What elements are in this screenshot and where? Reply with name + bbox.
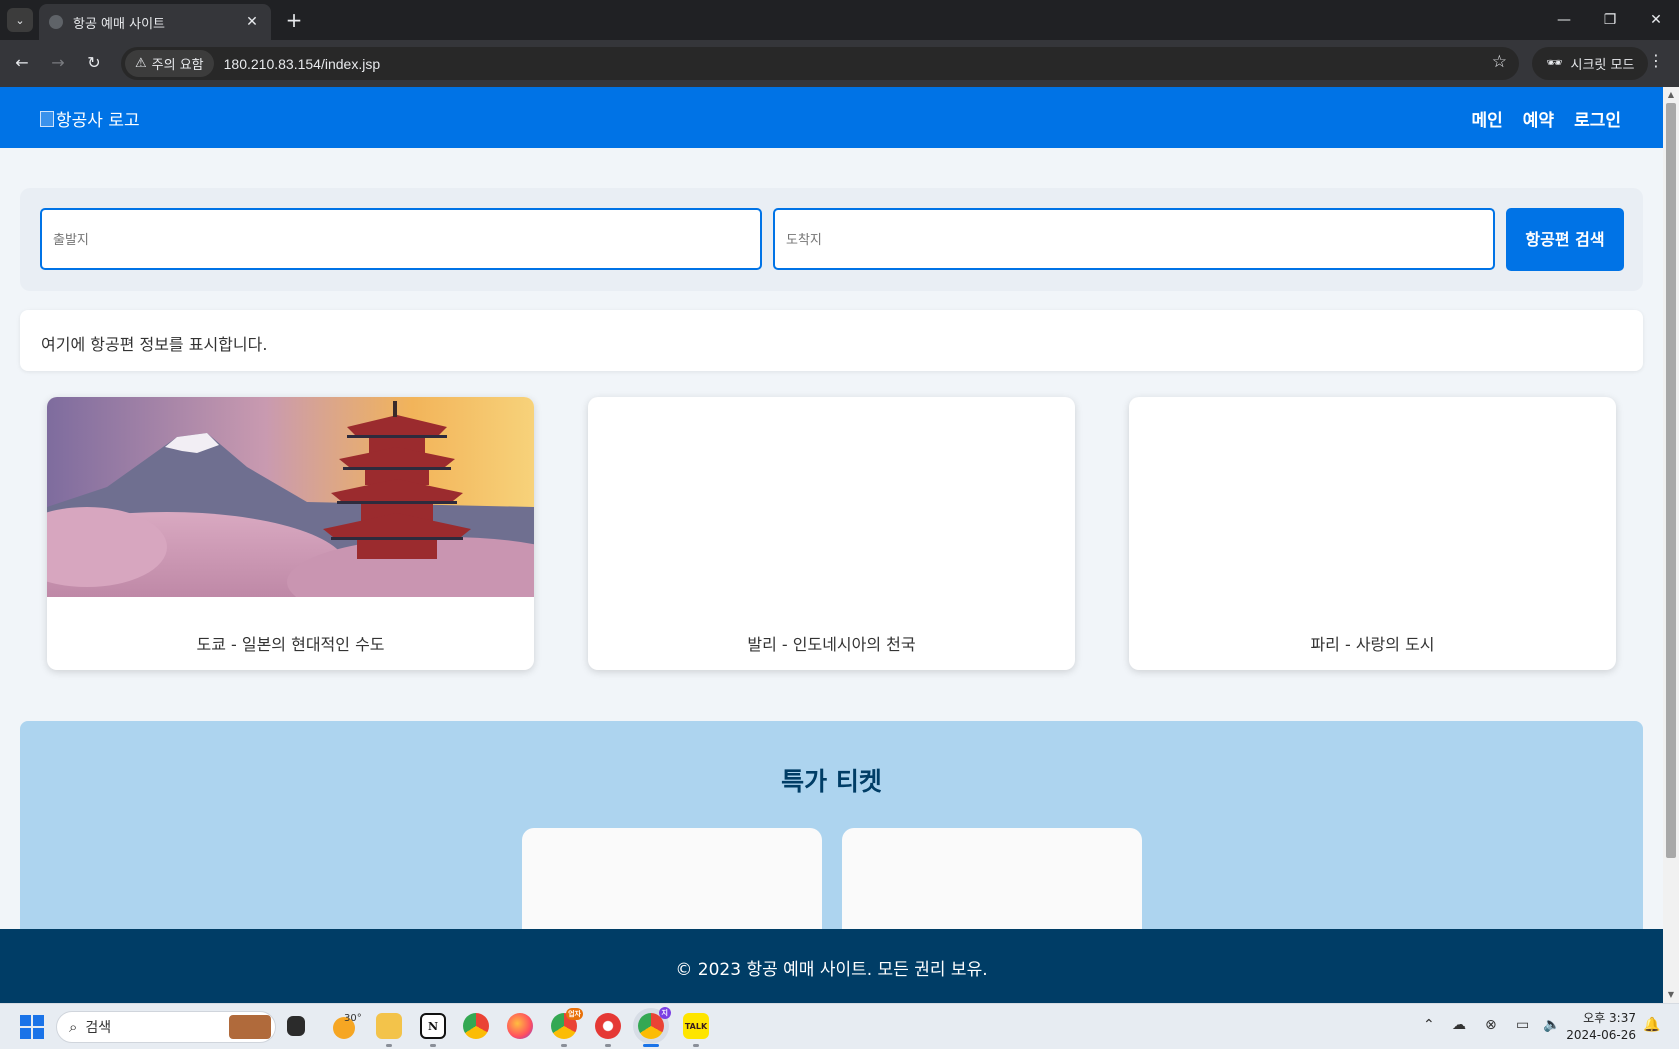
minimize-icon[interactable]: — [1541, 0, 1587, 40]
security-warning-chip[interactable]: ⚠ 주의 요함 [125, 50, 214, 77]
broken-image-icon [40, 110, 54, 127]
destination-label: 도쿄 - 일본의 현대적인 수도 [196, 635, 385, 654]
scrollbar-thumb[interactable] [1666, 103, 1676, 858]
globe-icon [49, 15, 63, 29]
incognito-icon: 🕶 [1546, 56, 1563, 71]
app-running-indicator [386, 1044, 392, 1047]
display-icon[interactable]: ▭ [1516, 1017, 1529, 1033]
incognito-indicator[interactable]: 🕶 시크릿 모드 [1532, 47, 1649, 80]
back-icon[interactable]: ← [10, 51, 34, 75]
app-running-indicator [605, 1044, 611, 1047]
destination-card-paris[interactable]: 파리 - 사랑의 도시 [1129, 397, 1616, 670]
windows-taskbar: ⌕ 검색 30° N 업자 지 TALK ⌃ ☁ ⊗ ▭ 🔈 오후 3:37 2… [0, 1003, 1679, 1049]
search-icon: ⌕ [69, 1018, 78, 1036]
main-nav: 메인 예약 로그인 [1472, 106, 1621, 131]
app-tray-icon[interactable]: ⊗ [1485, 1017, 1497, 1033]
nav-link-main[interactable]: 메인 [1472, 106, 1503, 131]
kakaotalk-icon[interactable]: TALK [683, 1013, 709, 1039]
system-clock[interactable]: 오후 3:37 2024-06-26 [1566, 1010, 1636, 1044]
footer-text: © 2023 항공 예매 사이트. 모든 권리 보유. [675, 960, 988, 980]
departure-input[interactable] [40, 208, 762, 270]
new-tab-button[interactable]: + [282, 8, 306, 32]
whale-icon[interactable] [595, 1013, 621, 1039]
chrome-active-icon[interactable]: 지 [638, 1007, 671, 1039]
file-explorer-icon[interactable] [376, 1013, 402, 1039]
forward-icon: → [51, 53, 65, 72]
page-scrollbar[interactable]: ▲ ▼ [1663, 87, 1679, 1003]
site-header: 항공사 로고 메인 예약 로그인 [0, 87, 1663, 148]
browser-toolbar: ← → ↻ ⚠ 주의 요함 180.210.83.154/index.jsp ☆… [0, 40, 1679, 87]
volume-icon[interactable]: 🔈 [1543, 1017, 1560, 1033]
notification-bell-icon[interactable]: 🔔 [1643, 1017, 1660, 1033]
weather-temp: 30° [344, 1013, 362, 1024]
task-view-icon[interactable] [287, 1016, 305, 1036]
chrome-icon[interactable] [463, 1013, 489, 1039]
destination-label: 파리 - 사랑의 도시 [1310, 635, 1435, 654]
browser-tab-bar: ⌄ 항공 예매 사이트 ✕ + — ❐ ✕ [0, 0, 1679, 40]
destination-label: 발리 - 인도네시아의 천국 [747, 635, 916, 654]
warning-icon: ⚠ [135, 56, 147, 71]
chrome-profile-icon[interactable]: 업자 [551, 1008, 583, 1039]
close-icon[interactable]: ✕ [1633, 0, 1679, 40]
taskbar-search[interactable]: ⌕ 검색 [56, 1011, 276, 1043]
site-logo[interactable]: 항공사 로고 [40, 106, 140, 131]
windows-start-icon[interactable] [20, 1015, 44, 1039]
url-text[interactable]: 180.210.83.154/index.jsp [224, 56, 380, 72]
chevron-up-icon[interactable]: ⌃ [1423, 1017, 1435, 1033]
deals-title: 특가 티켓 [781, 767, 882, 796]
star-icon[interactable]: ☆ [1492, 52, 1507, 72]
active-app-indicator [643, 1044, 659, 1047]
tokyo-image [47, 397, 534, 597]
incognito-label: 시크릿 모드 [1570, 58, 1635, 73]
results-text: 여기에 항공편 정보를 표시합니다. [41, 335, 268, 354]
app-running-indicator [430, 1044, 436, 1047]
maximize-icon[interactable]: ❐ [1587, 0, 1633, 40]
flight-results: 여기에 항공편 정보를 표시합니다. [20, 310, 1643, 371]
arrival-input[interactable] [773, 208, 1495, 270]
browser-tab[interactable]: 항공 예매 사이트 ✕ [39, 4, 271, 40]
taskbar-search-label: 검색 [85, 1020, 112, 1036]
onedrive-icon[interactable]: ☁ [1452, 1017, 1466, 1033]
nav-link-login[interactable]: 로그인 [1574, 106, 1621, 131]
search-highlight-image [229, 1015, 271, 1039]
profile-badge: 지 [658, 1007, 671, 1019]
app-running-indicator [693, 1044, 699, 1047]
clock-date: 2024-06-26 [1566, 1028, 1636, 1042]
notion-icon[interactable]: N [420, 1013, 446, 1039]
tab-dropdown-icon[interactable]: ⌄ [7, 8, 33, 32]
profile-badge: 업자 [566, 1008, 583, 1020]
address-bar[interactable]: ⚠ 주의 요함 180.210.83.154/index.jsp ☆ [121, 47, 1519, 80]
tab-close-icon[interactable]: ✕ [243, 14, 261, 30]
destination-card-bali[interactable]: 발리 - 인도네시아의 천국 [588, 397, 1075, 670]
destination-card-tokyo[interactable]: 도쿄 - 일본의 현대적인 수도 [47, 397, 534, 670]
flight-search-panel: 항공편 검색 [20, 188, 1643, 291]
logo-alt-text: 항공사 로고 [56, 111, 140, 131]
menu-icon[interactable]: ⋮ [1648, 51, 1664, 70]
search-flights-button[interactable]: 항공편 검색 [1506, 208, 1624, 271]
warning-label: 주의 요함 [151, 58, 204, 73]
reload-icon[interactable]: ↻ [82, 51, 106, 75]
scroll-down-icon[interactable]: ▼ [1663, 987, 1679, 1003]
scroll-up-icon[interactable]: ▲ [1663, 87, 1679, 103]
clock-time: 오후 3:37 [1583, 1011, 1636, 1025]
page-viewport: 항공사 로고 메인 예약 로그인 항공편 검색 여기에 항공편 정보를 표시합니… [0, 87, 1679, 1003]
tab-title: 항공 예매 사이트 [73, 16, 165, 32]
app-running-indicator [561, 1044, 567, 1047]
firefox-icon[interactable] [507, 1013, 533, 1039]
site-footer: © 2023 항공 예매 사이트. 모든 권리 보유. [0, 929, 1663, 1003]
nav-link-booking[interactable]: 예약 [1523, 106, 1554, 131]
